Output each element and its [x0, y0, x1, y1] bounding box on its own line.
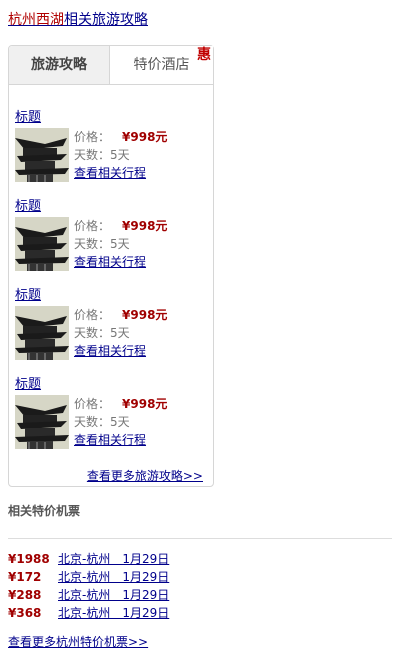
- guide-item: 标题 价格： ¥998元 天数：5天 查看相关行程: [15, 195, 207, 284]
- pagoda-thumbnail-image[interactable]: [15, 306, 69, 360]
- section-divider: [8, 538, 392, 539]
- pagoda-icon: [15, 306, 69, 360]
- guide-item: 标题 价格： ¥998元 天数：5天 查看相关行程: [15, 284, 207, 373]
- ticket-row: ¥368 北京-杭州 1月29日: [8, 605, 169, 621]
- ticket-row: ¥1988 北京-杭州 1月29日: [8, 551, 169, 567]
- tab-discount-hotel-label: 特价酒店: [133, 57, 190, 73]
- price-label: 价格：: [74, 130, 111, 144]
- pagoda-icon: [15, 395, 69, 449]
- days-value: 天数：5天: [74, 237, 130, 251]
- pagoda-icon: [15, 217, 69, 271]
- price-value: ¥998元: [122, 130, 168, 144]
- price-value: ¥998元: [122, 219, 168, 233]
- days-value: 天数：5天: [74, 148, 130, 162]
- ticket-route-link[interactable]: 北京-杭州 1月29日: [58, 552, 169, 566]
- guide-item-info: 价格： ¥998元 天数：5天 查看相关行程: [74, 217, 167, 271]
- ticket-price: ¥172: [8, 570, 42, 584]
- tab-travel-guide[interactable]: 旅游攻略: [9, 46, 110, 85]
- view-itinerary-link[interactable]: 查看相关行程: [74, 344, 146, 358]
- price-value: ¥998元: [122, 397, 168, 411]
- view-itinerary-link[interactable]: 查看相关行程: [74, 433, 146, 447]
- flight-deals-title: 相关特价机票: [8, 504, 81, 518]
- ticket-row: ¥172 北京-杭州 1月29日: [8, 569, 169, 585]
- guide-item-info: 价格： ¥998元 天数：5天 查看相关行程: [74, 395, 167, 449]
- title-rest: 相关旅游攻略: [64, 12, 148, 28]
- ticket-route-link[interactable]: 北京-杭州 1月29日: [58, 606, 169, 620]
- pagoda-thumbnail-image[interactable]: [15, 128, 69, 182]
- title-highlight: 杭州西湖: [8, 12, 64, 28]
- ticket-route-link[interactable]: 北京-杭州 1月29日: [58, 570, 169, 584]
- guide-item-title[interactable]: 标题: [15, 284, 41, 303]
- ticket-row: ¥288 北京-杭州 1月29日: [8, 587, 169, 603]
- days-value: 天数：5天: [74, 415, 130, 429]
- price-value: ¥998元: [122, 308, 168, 322]
- pagoda-thumbnail-image[interactable]: [15, 395, 69, 449]
- price-label: 价格：: [74, 219, 111, 233]
- tab-bar: 旅游攻略 特价酒店 惠: [9, 46, 213, 85]
- price-label: 价格：: [74, 308, 111, 322]
- pagoda-thumbnail-image[interactable]: [15, 217, 69, 271]
- page-title-link[interactable]: 杭州西湖相关旅游攻略: [8, 9, 148, 29]
- more-flights-link[interactable]: 查看更多杭州特价机票>>: [8, 633, 148, 650]
- ticket-price: ¥1988: [8, 552, 50, 566]
- ticket-route-link[interactable]: 北京-杭州 1月29日: [58, 588, 169, 602]
- more-guides-link[interactable]: 查看更多旅游攻略>>: [87, 467, 203, 484]
- guide-item-title[interactable]: 标题: [15, 373, 41, 392]
- ticket-price: ¥368: [8, 606, 42, 620]
- guide-item: 标题 价格： ¥998元 天数：5天 查看相关行程: [15, 373, 207, 462]
- ticket-price: ¥288: [8, 588, 42, 602]
- price-label: 价格：: [74, 397, 111, 411]
- pagoda-icon: [15, 128, 69, 182]
- guide-item-info: 价格： ¥998元 天数：5天 查看相关行程: [74, 128, 167, 182]
- guide-item-info: 价格： ¥998元 天数：5天 查看相关行程: [74, 306, 167, 360]
- view-itinerary-link[interactable]: 查看相关行程: [74, 255, 146, 269]
- days-value: 天数：5天: [74, 326, 130, 340]
- guide-card: 旅游攻略 特价酒店 惠 标题 价格： ¥998元 天数：5天 查看相关行程 标题…: [8, 45, 214, 487]
- discount-badge: 惠: [197, 47, 211, 63]
- guide-item-title[interactable]: 标题: [15, 106, 41, 125]
- guide-item-title[interactable]: 标题: [15, 195, 41, 214]
- view-itinerary-link[interactable]: 查看相关行程: [74, 166, 146, 180]
- guide-item: 标题 价格： ¥998元 天数：5天 查看相关行程: [15, 106, 207, 195]
